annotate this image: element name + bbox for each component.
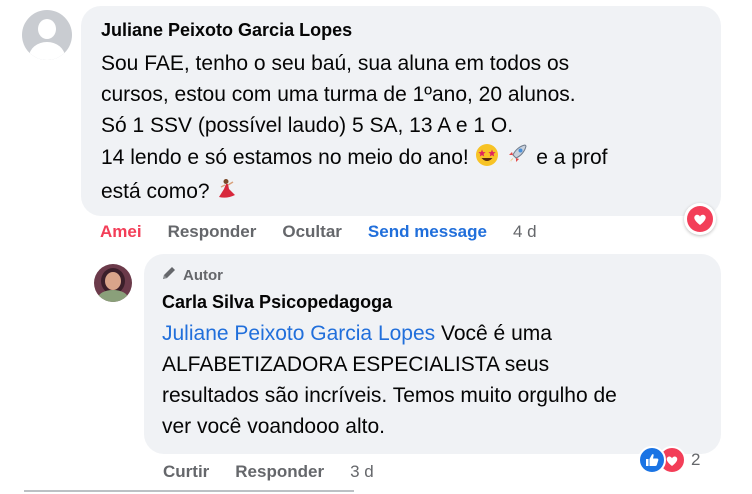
comment-bubble: Juliane Peixoto Garcia Lopes Sou FAE, te…: [81, 6, 721, 216]
reply-text: Juliane Peixoto Garcia Lopes Você é uma …: [162, 318, 717, 442]
love-reacted-button[interactable]: Amei: [100, 222, 142, 242]
comment-text: Sou FAE, tenho o seu baú, sua aluna em t…: [101, 48, 711, 210]
reply-timestamp[interactable]: 3 d: [350, 462, 374, 482]
comment-timestamp[interactable]: 4 d: [513, 222, 537, 242]
comment-line-5: está como?: [101, 176, 711, 210]
replier-avatar[interactable]: [94, 264, 132, 302]
comment-line-4-text: 14 lendo e só estamos no meio do ano!: [101, 146, 469, 169]
comment-line-4: 14 lendo e só estamos no meio do ano! e …: [101, 141, 711, 176]
comment-line: Sou FAE, tenho o seu baú, sua aluna em t…: [101, 52, 570, 75]
reply-actions: Curtir Responder 3 d: [163, 462, 374, 482]
reply-line-text: Você é uma: [441, 322, 552, 345]
like-button[interactable]: Curtir: [163, 462, 209, 482]
comment-actions: Amei Responder Ocultar Send message 4 d: [100, 222, 537, 242]
comment-author[interactable]: Juliane Peixoto Garcia Lopes: [101, 20, 352, 41]
love-icon: [687, 206, 713, 232]
mention-link[interactable]: Juliane Peixoto Garcia Lopes: [162, 322, 435, 345]
send-message-button[interactable]: Send message: [368, 222, 487, 242]
reply-line-1: Juliane Peixoto Garcia Lopes Você é uma: [162, 318, 717, 349]
author-badge-label: Autor: [183, 266, 223, 284]
author-badge: Autor: [161, 265, 223, 285]
like-icon: [638, 446, 666, 474]
comment-line-4-tail: e a prof: [536, 146, 608, 169]
rocket-emoji-icon: [504, 141, 530, 176]
reply-line: resultados são incríveis. Temos muito or…: [162, 384, 617, 407]
reply-reactions[interactable]: 2: [638, 445, 700, 475]
hide-button[interactable]: Ocultar: [282, 222, 342, 242]
commenter-avatar[interactable]: [22, 10, 72, 60]
reaction-count: 2: [691, 450, 701, 469]
comment-line: cursos, estou com uma turma de 1ºano, 20…: [101, 83, 576, 106]
reply-button[interactable]: Responder: [168, 222, 257, 242]
comment-line: Só 1 SSV (possível laudo) 5 SA, 13 A e 1…: [101, 114, 514, 137]
divider: [24, 490, 354, 492]
comment-line-5-text: está como?: [101, 180, 210, 203]
pencil-icon: [161, 265, 177, 285]
star-struck-emoji-icon: [475, 143, 499, 176]
reply-author[interactable]: Carla Silva Psicopedagoga: [162, 292, 392, 313]
reply-bubble: Autor Carla Silva Psicopedagoga Juliane …: [144, 254, 721, 454]
comment-love-reaction[interactable]: [684, 203, 716, 235]
dancer-emoji-icon: [215, 177, 239, 210]
reply-reply-button[interactable]: Responder: [235, 462, 324, 482]
reply-line: ver você voandooo alto.: [162, 415, 385, 438]
reply-line: ALFABETIZADORA ESPECIALISTA seus: [162, 353, 550, 376]
